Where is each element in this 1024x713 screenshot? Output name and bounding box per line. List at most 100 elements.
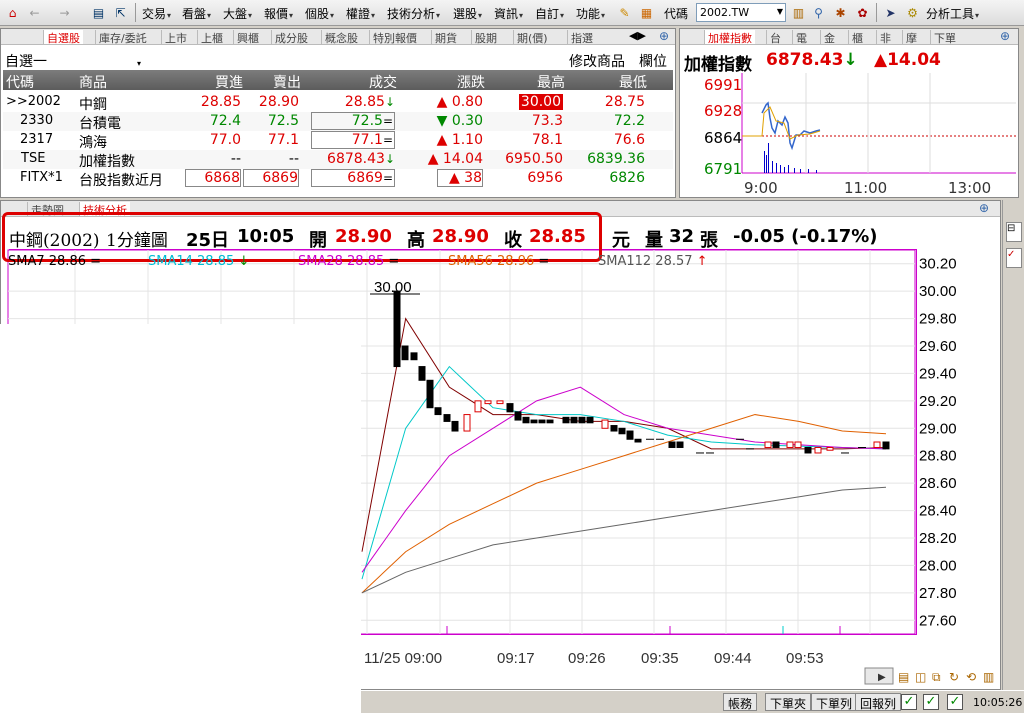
table-row[interactable]: >>2002 中鋼 28.85 28.90 28.85↓ ▲ 0.80 30.00 28.75 bbox=[3, 93, 673, 113]
candle bbox=[570, 416, 578, 424]
row-bid: 6868 bbox=[185, 169, 241, 187]
sma-legend-4[interactable]: SMA56 28.96 = bbox=[448, 254, 549, 269]
col-bid[interactable]: 買進 bbox=[215, 72, 243, 92]
candle bbox=[873, 441, 881, 448]
chart-tool-icon[interactable]: ▤ bbox=[898, 670, 909, 684]
row-bid: 77.0 bbox=[209, 132, 241, 148]
tab-special[interactable]: 特別報價 bbox=[369, 30, 420, 45]
row-bid: 28.85 bbox=[200, 94, 241, 110]
candle bbox=[826, 446, 834, 451]
col-high[interactable]: 最高 bbox=[537, 72, 565, 92]
menu-market[interactable]: 大盤▾ bbox=[223, 5, 252, 22]
tab-otc-index[interactable]: 櫃 bbox=[848, 30, 866, 45]
group-select[interactable]: 自選一 ▾ bbox=[5, 51, 141, 71]
row-bid: -- bbox=[230, 151, 241, 167]
col-code[interactable]: 代碼 bbox=[6, 72, 34, 92]
tab-components[interactable]: 成分股 bbox=[271, 30, 311, 45]
y-tick-label: 28.20 bbox=[919, 530, 957, 547]
side-button[interactable]: ⊟ bbox=[1006, 222, 1022, 242]
menu-quote[interactable]: 報價▾ bbox=[264, 5, 293, 22]
check-icon[interactable]: ✓ bbox=[947, 694, 963, 710]
y-tick-label: 29.00 bbox=[919, 420, 957, 437]
cursor-icon[interactable]: ➤ bbox=[882, 4, 899, 21]
menu-view[interactable]: 看盤▾ bbox=[182, 5, 211, 22]
chart-tool-icon[interactable]: ⟲ bbox=[966, 670, 976, 684]
tab-index-options[interactable]: 指選 bbox=[567, 30, 596, 45]
col-low[interactable]: 最低 bbox=[619, 72, 647, 92]
table-row[interactable]: FITX*1 台股指數近月 6868 6869 6869= ▲ 38 6956 6826 bbox=[3, 169, 673, 189]
order-bar-button[interactable]: 下單列 bbox=[811, 693, 858, 711]
chart-tool-icon[interactable]: ▥ bbox=[983, 670, 994, 684]
tab-non[interactable]: 非 bbox=[876, 30, 894, 45]
menu-trade[interactable]: 交易▾ bbox=[142, 5, 171, 22]
row-last: 77.1= bbox=[311, 131, 395, 149]
col-name[interactable]: 商品 bbox=[79, 72, 107, 92]
zoom-icon[interactable]: ⊕ bbox=[659, 29, 669, 43]
account-button[interactable]: 帳務 bbox=[723, 693, 758, 711]
tab-taiex[interactable]: 加權指數 bbox=[704, 30, 755, 45]
forward-icon[interactable]: → bbox=[56, 4, 73, 21]
y-tick-label: 27.60 bbox=[919, 612, 957, 629]
table-row[interactable]: 2317 鴻海 77.0 77.1 77.1= ▲ 1.10 78.1 76.6 bbox=[3, 131, 673, 151]
tab-elec[interactable]: 電 bbox=[792, 30, 810, 45]
tab-fin[interactable]: 金 bbox=[820, 30, 838, 45]
menu-custom[interactable]: 自訂▾ bbox=[535, 5, 564, 22]
tab-listed[interactable]: 上市 bbox=[161, 30, 190, 45]
candle bbox=[434, 407, 442, 416]
pen-icon[interactable]: ✎ bbox=[616, 4, 633, 21]
menu-analysis-tools[interactable]: 分析工具▾ bbox=[926, 5, 979, 22]
popout-icon[interactable]: ⇱ bbox=[112, 4, 129, 21]
analysis-icon[interactable]: ⚙ bbox=[904, 4, 921, 21]
code-input[interactable]: 2002.TW ▼ bbox=[696, 3, 786, 22]
tab-emerging[interactable]: 興櫃 bbox=[233, 30, 262, 45]
tab-options-price[interactable]: 期(價) bbox=[513, 30, 551, 45]
col-change[interactable]: 漲跌 bbox=[457, 72, 485, 92]
chart-search-icon[interactable]: ▥ bbox=[790, 4, 807, 21]
index-zoom-icon[interactable]: ⊕ bbox=[1000, 29, 1010, 43]
calendar-icon[interactable]: ▦ bbox=[638, 4, 655, 21]
tab-order[interactable]: 下單 bbox=[930, 30, 959, 45]
print-icon[interactable]: ▤ bbox=[90, 4, 107, 21]
search-icon[interactable]: ⚲ bbox=[810, 4, 827, 21]
menu-technical[interactable]: 技術分析▾ bbox=[387, 5, 440, 22]
tab-msci[interactable]: 摩 bbox=[902, 30, 920, 45]
chart-tool-icon[interactable]: ⧉ bbox=[932, 670, 941, 684]
table-row[interactable]: 2330 台積電 72.4 72.5 72.5= ▼ 0.30 73.3 72.2 bbox=[3, 112, 673, 132]
check-icon[interactable]: ✓ bbox=[901, 694, 917, 710]
menu-stock[interactable]: 個股▾ bbox=[305, 5, 334, 22]
side-check-icon[interactable]: ✓ bbox=[1006, 248, 1022, 268]
menu-warrant[interactable]: 權證▾ bbox=[346, 5, 375, 22]
tab-scroll-icon[interactable]: ◀▶ bbox=[629, 29, 646, 42]
alert-icon[interactable]: ✿ bbox=[854, 4, 871, 21]
tab-otc[interactable]: 上櫃 bbox=[197, 30, 226, 45]
menu-screener[interactable]: 選股▾ bbox=[453, 5, 482, 22]
order-folder-button[interactable]: 下單夾 bbox=[765, 693, 812, 711]
col-ask[interactable]: 賣出 bbox=[273, 72, 301, 92]
tab-concepts[interactable]: 概念股 bbox=[321, 30, 361, 45]
sma-legend-2[interactable]: SMA14 28.85 ↓ bbox=[148, 254, 249, 269]
menu-function[interactable]: 功能▾ bbox=[576, 5, 605, 22]
sma-legend-5[interactable]: SMA112 28.57 ↑ bbox=[598, 254, 708, 269]
tab-watchlist[interactable]: 自選股 bbox=[43, 30, 83, 45]
candle bbox=[676, 441, 684, 448]
scroll-right-icon[interactable]: ▶ bbox=[878, 672, 886, 683]
tab-tw[interactable]: 台 bbox=[766, 30, 784, 45]
tab-inventory[interactable]: 庫存/委託 bbox=[95, 30, 150, 45]
check-icon[interactable]: ✓ bbox=[923, 694, 939, 710]
table-row[interactable]: TSE 加權指數 -- -- 6878.43↓ ▲ 14.04 6950.50 6839.36 bbox=[3, 150, 673, 170]
report-bar-button[interactable]: 回報列 bbox=[855, 693, 902, 711]
sma-legend-1[interactable]: SMA7 28.86 = bbox=[8, 254, 101, 269]
tab-stock-futures[interactable]: 股期 bbox=[471, 30, 500, 45]
tools-icon[interactable]: ✱ bbox=[832, 4, 849, 21]
chart-tool-icon[interactable]: ◫ bbox=[915, 670, 926, 684]
candle bbox=[610, 425, 618, 432]
home-icon[interactable]: ⌂ bbox=[4, 4, 21, 21]
col-last[interactable]: 成交 bbox=[369, 72, 397, 92]
chart-tool-icon[interactable]: ↻ bbox=[949, 670, 959, 684]
tab-futures[interactable]: 期貨 bbox=[431, 30, 460, 45]
back-icon[interactable]: ← bbox=[26, 4, 43, 21]
sma-legend-3[interactable]: SMA28 28.85 = bbox=[298, 254, 399, 269]
edit-items-button[interactable]: 修改商品 bbox=[569, 51, 625, 71]
menu-info[interactable]: 資訊▾ bbox=[494, 5, 523, 22]
columns-button[interactable]: 欄位 bbox=[639, 51, 667, 71]
